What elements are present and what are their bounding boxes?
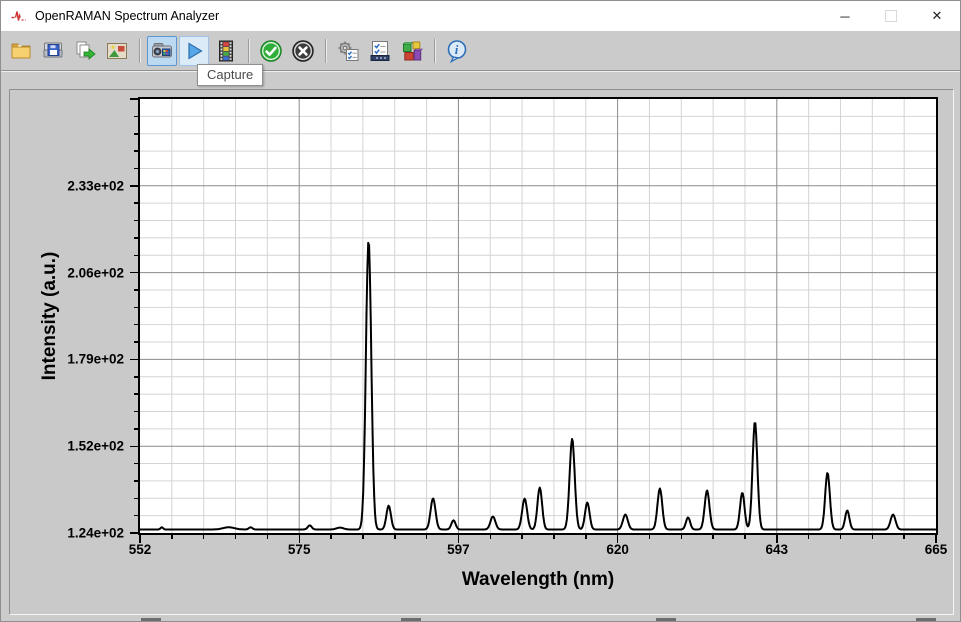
accept-button[interactable] [256,36,286,66]
checklist-icon [368,39,392,63]
y-tick-label: 2.06e+02 [67,265,124,280]
minimize-button[interactable]: ─ [822,1,868,31]
open-button[interactable] [6,36,36,66]
x-tick-label: 597 [447,542,470,557]
chart-panel: 2.33e+02 2.06e+02 1.79e+02 1.52e+02 1.24… [9,89,954,615]
y-tick-label: 2.33e+02 [67,178,124,193]
processing-options-button[interactable] [365,36,395,66]
toolbar-separator [325,39,326,63]
y-tick-label: 1.24e+02 [67,526,124,541]
toolbar-separator [434,39,435,63]
x-tick-label: 665 [925,542,948,557]
clipped-text-fragment [141,618,161,621]
video-button[interactable] [211,36,241,66]
clipped-text-fragment [916,618,936,621]
settings-icon [336,39,360,63]
clipped-text-fragment [656,618,676,621]
toolbar-separator [139,39,140,63]
maximize-button[interactable] [868,1,914,31]
display-options-button[interactable] [397,36,427,66]
acquisition-settings-button[interactable] [333,36,363,66]
close-button[interactable]: ✕ [914,1,960,31]
x-axis-title: Wavelength (nm) [462,569,614,591]
clipped-text-fragment [401,618,421,621]
x-tick-label: 643 [766,542,789,557]
toolbar-separator [248,39,249,63]
capture-tooltip: Capture [197,64,263,86]
save-button[interactable] [38,36,68,66]
x-tick-label: 552 [129,542,152,557]
x-tick-label: 575 [288,542,311,557]
export-icon [73,39,97,63]
about-button[interactable]: i [442,36,472,66]
film-icon [214,39,238,63]
accept-icon [259,39,283,63]
minimize-icon: ─ [840,9,849,24]
image-button[interactable] [102,36,132,66]
toolbar: i [1,31,960,71]
y-axis-ticks [129,99,138,533]
window-title: OpenRAMAN Spectrum Analyzer [35,9,219,23]
title-bar: OpenRAMAN Spectrum Analyzer ─ ✕ [1,1,960,31]
save-icon [41,39,65,63]
cancel-button[interactable] [288,36,318,66]
app-icon [10,8,27,25]
capture-button[interactable] [179,36,209,66]
image-icon [105,39,129,63]
y-tick-label: 1.79e+02 [67,352,124,367]
info-icon: i [445,39,469,63]
export-button[interactable] [70,36,100,66]
svg-text:i: i [455,42,459,57]
play-icon [182,39,206,63]
y-tick-label: 1.52e+02 [67,439,124,454]
cancel-icon [291,39,315,63]
y-axis-title: Intensity (a.u.) [39,252,61,381]
x-axis-tick-labels: 552 575 597 620 643 665 [140,542,936,560]
spectrum-plot[interactable] [138,97,938,535]
close-icon: ✕ [932,8,943,24]
maximize-icon [885,10,897,22]
x-tick-label: 620 [606,542,629,557]
folder-open-icon [9,39,33,63]
camera-icon [150,39,174,63]
y-axis-tick-labels: 2.33e+02 2.06e+02 1.79e+02 1.52e+02 1.24… [10,99,124,533]
camera-button[interactable] [147,36,177,66]
blocks-icon [400,39,424,63]
app-window: OpenRAMAN Spectrum Analyzer ─ ✕ [0,0,961,622]
